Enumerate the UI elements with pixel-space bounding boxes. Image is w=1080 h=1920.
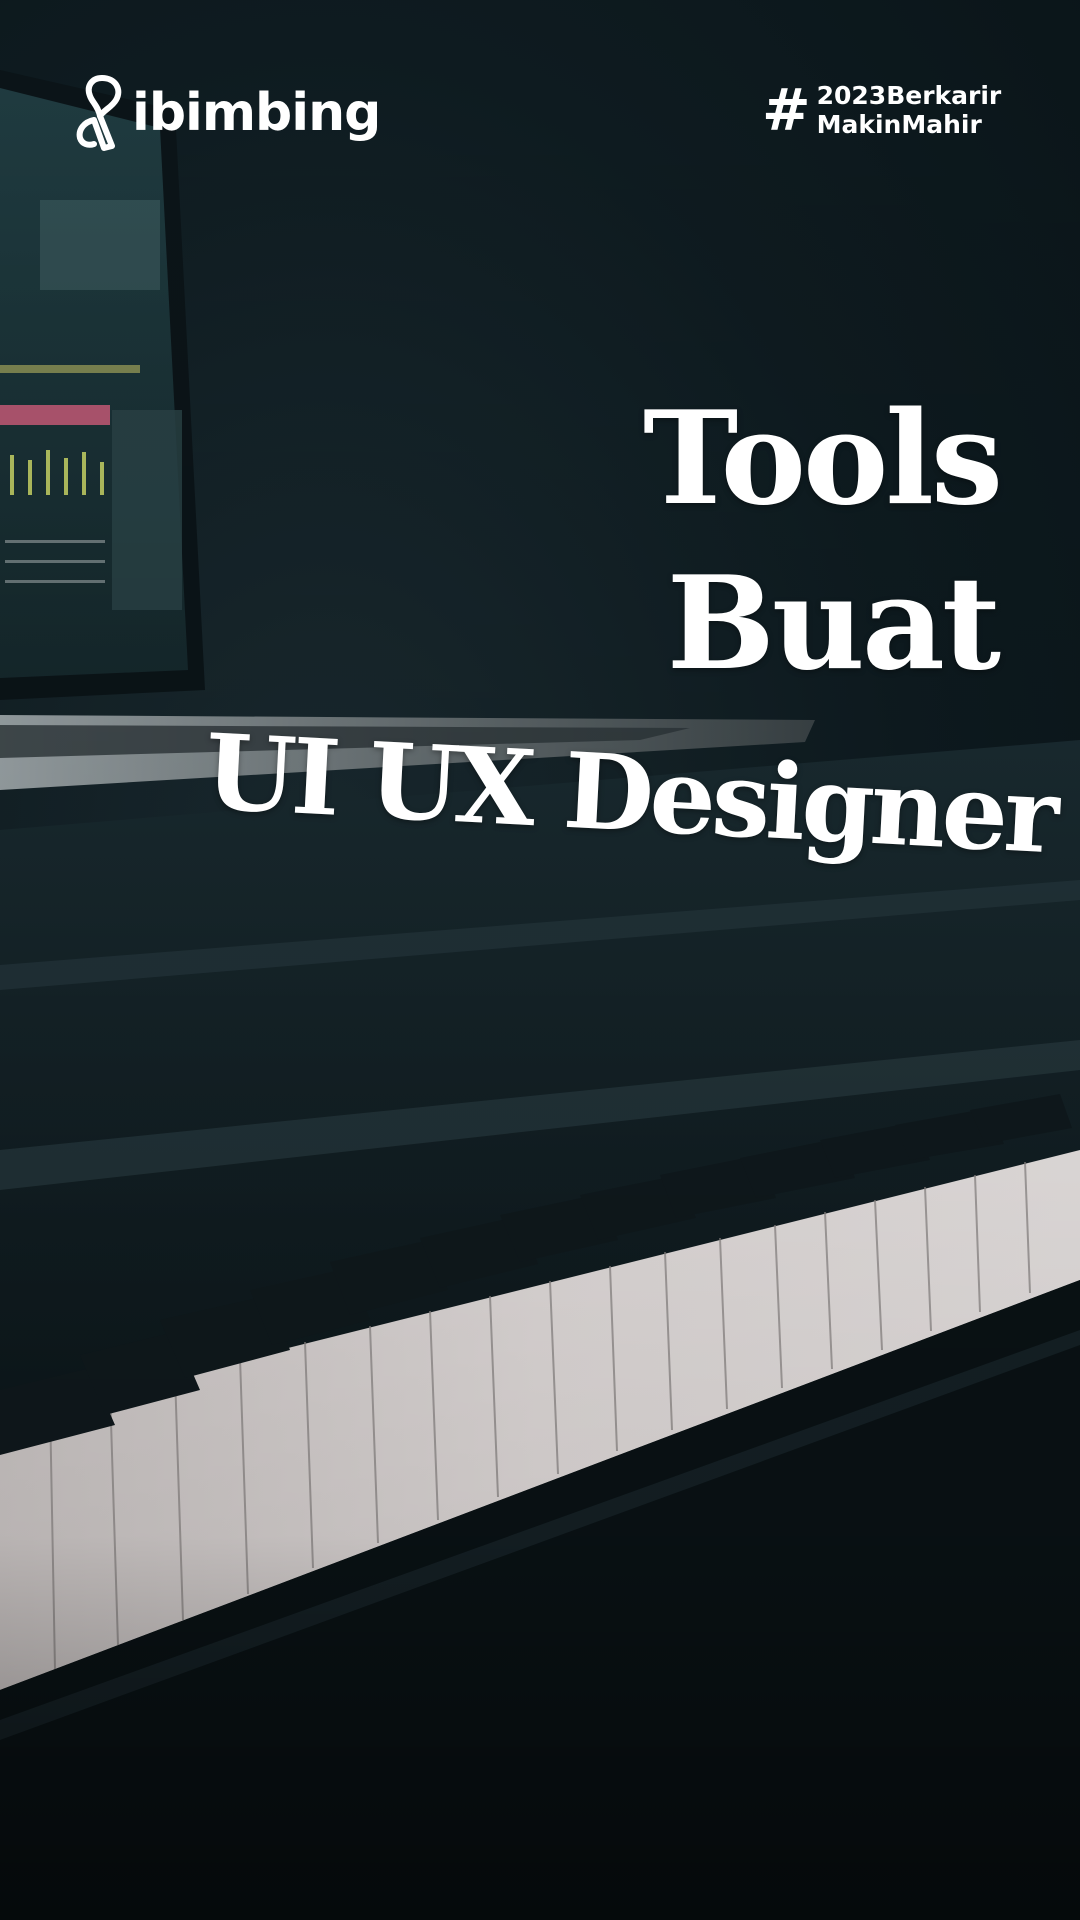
hashtag-line-2: MakinMahir xyxy=(816,110,982,139)
hashtag-line-1: 2023Berkarir xyxy=(816,81,1002,110)
hashtag-text: 2023Berkarir MakinMahir xyxy=(817,81,1002,139)
background-photo xyxy=(0,0,1080,1920)
hash-symbol: # xyxy=(762,76,811,144)
ibimbing-logo[interactable]: ibimbing xyxy=(72,68,381,158)
headline-line-2: Buat xyxy=(666,549,1001,699)
poster: ibimbing # 2023Berkarir MakinMahir Tools… xyxy=(0,0,1080,1920)
headline-line-1: Tools xyxy=(643,384,1003,534)
logo-wordmark: ibimbing xyxy=(132,83,381,143)
campaign-hashtag: # 2023Berkarir MakinMahir xyxy=(762,78,1032,142)
ibimbing-logo-icon xyxy=(76,75,122,151)
